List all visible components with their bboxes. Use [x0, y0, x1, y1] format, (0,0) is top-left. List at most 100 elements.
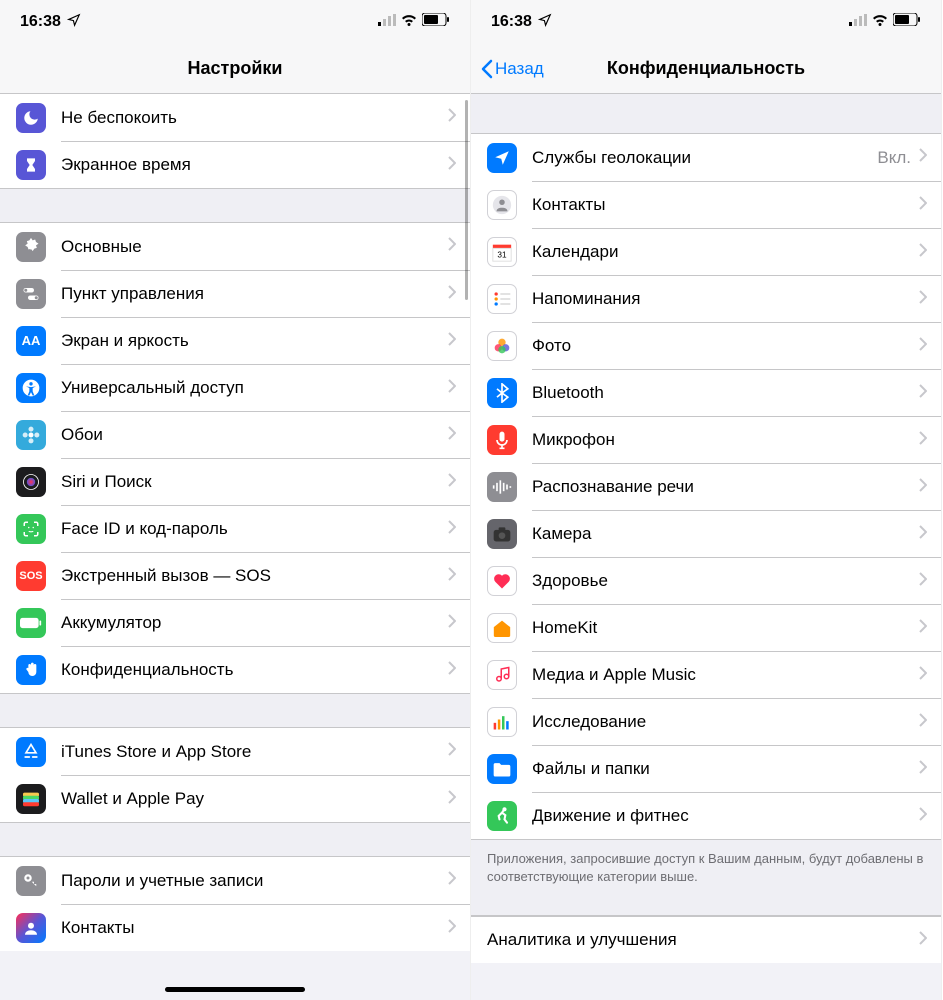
- row-label: Напоминания: [532, 289, 919, 309]
- settings-row[interactable]: Универсальный доступ: [0, 364, 470, 411]
- settings-row[interactable]: Обои: [0, 411, 470, 458]
- settings-row[interactable]: HomeKit: [471, 604, 941, 651]
- settings-row[interactable]: Не беспокоить: [0, 94, 470, 141]
- settings-row[interactable]: Пункт управления: [0, 270, 470, 317]
- settings-row[interactable]: Контакты: [0, 904, 470, 951]
- cell-signal-icon: [849, 13, 867, 31]
- settings-row[interactable]: Аккумулятор: [0, 599, 470, 646]
- settings-list: Не беспокоить Экранное время Основные Пу…: [0, 94, 470, 951]
- cell-signal-icon: [378, 13, 396, 31]
- privacy-list: Службы геолокации Вкл. Контакты 31 Кален…: [471, 94, 941, 963]
- gear-icon: [16, 232, 46, 262]
- chevron-right-icon: [919, 148, 927, 167]
- settings-row[interactable]: Пароли и учетные записи: [0, 857, 470, 904]
- chevron-right-icon: [919, 666, 927, 685]
- photos-icon: [487, 331, 517, 361]
- row-label: Основные: [61, 237, 448, 257]
- row-label: Siri и Поиск: [61, 472, 448, 492]
- chevron-right-icon: [448, 742, 456, 761]
- settings-row[interactable]: Напоминания: [471, 275, 941, 322]
- fitness-icon: [487, 801, 517, 831]
- calendar-icon: 31: [487, 237, 517, 267]
- chevron-right-icon: [919, 525, 927, 544]
- chevron-right-icon: [448, 790, 456, 809]
- settings-row[interactable]: AA Экран и яркость: [0, 317, 470, 364]
- settings-row[interactable]: Контакты: [471, 181, 941, 228]
- appstore-icon: [16, 737, 46, 767]
- settings-row[interactable]: Face ID и код-пароль: [0, 505, 470, 552]
- settings-row[interactable]: Службы геолокации Вкл.: [471, 134, 941, 181]
- nav-bar: Настройки: [0, 44, 470, 94]
- chevron-right-icon: [448, 919, 456, 938]
- contacts2-icon: [487, 190, 517, 220]
- row-label: HomeKit: [532, 618, 919, 638]
- settings-row[interactable]: iTunes Store и App Store: [0, 728, 470, 775]
- contacts-icon: [16, 913, 46, 943]
- settings-row[interactable]: Конфиденциальность: [0, 646, 470, 693]
- settings-row[interactable]: Здоровье: [471, 557, 941, 604]
- settings-row[interactable]: Основные: [0, 223, 470, 270]
- chevron-right-icon: [448, 614, 456, 633]
- bluetooth-icon: [487, 378, 517, 408]
- moon-icon: [16, 103, 46, 133]
- flower-icon: [16, 420, 46, 450]
- settings-row[interactable]: Siri и Поиск: [0, 458, 470, 505]
- chevron-right-icon: [448, 567, 456, 586]
- row-label: Обои: [61, 425, 448, 445]
- settings-row[interactable]: 31 Календари: [471, 228, 941, 275]
- chevron-right-icon: [919, 290, 927, 309]
- settings-row[interactable]: Фото: [471, 322, 941, 369]
- scrollbar[interactable]: [465, 100, 468, 300]
- settings-row[interactable]: Микрофон: [471, 416, 941, 463]
- back-button[interactable]: Назад: [481, 59, 544, 79]
- row-label: Face ID и код-пароль: [61, 519, 448, 539]
- settings-row[interactable]: Распознавание речи: [471, 463, 941, 510]
- mic-icon: [487, 425, 517, 455]
- settings-row[interactable]: Аналитика и улучшения: [471, 916, 941, 963]
- settings-row[interactable]: Wallet и Apple Pay: [0, 775, 470, 822]
- settings-row[interactable]: Камера: [471, 510, 941, 557]
- chevron-right-icon: [448, 285, 456, 304]
- AA-icon: AA: [16, 326, 46, 356]
- chevron-right-icon: [919, 760, 927, 779]
- settings-row[interactable]: SOS Экстренный вызов — SOS: [0, 552, 470, 599]
- status-time: 16:38: [491, 13, 532, 31]
- chevron-right-icon: [448, 473, 456, 492]
- row-label: Bluetooth: [532, 383, 919, 403]
- row-label: Wallet и Apple Pay: [61, 789, 448, 809]
- chevron-right-icon: [448, 108, 456, 127]
- row-label: Универсальный доступ: [61, 378, 448, 398]
- key-icon: [16, 866, 46, 896]
- chevron-right-icon: [919, 196, 927, 215]
- settings-row[interactable]: Исследование: [471, 698, 941, 745]
- chevron-right-icon: [448, 237, 456, 256]
- settings-row[interactable]: Bluetooth: [471, 369, 941, 416]
- wifi-icon: [872, 13, 888, 31]
- switches-icon: [16, 279, 46, 309]
- location-icon: [487, 143, 517, 173]
- chevron-right-icon: [448, 661, 456, 680]
- settings-row[interactable]: Движение и фитнес: [471, 792, 941, 839]
- chevron-right-icon: [919, 337, 927, 356]
- page-title: Конфиденциальность: [607, 58, 805, 79]
- home-indicator[interactable]: [165, 987, 305, 992]
- faceid-icon: [16, 514, 46, 544]
- health-icon: [487, 566, 517, 596]
- nav-bar: Назад Конфиденциальность: [471, 44, 941, 94]
- status-time: 16:38: [20, 13, 61, 31]
- chevron-right-icon: [448, 332, 456, 351]
- row-label: Пароли и учетные записи: [61, 871, 448, 891]
- chevron-right-icon: [919, 478, 927, 497]
- chevron-right-icon: [919, 619, 927, 638]
- chevron-right-icon: [919, 431, 927, 450]
- wallet-icon: [16, 784, 46, 814]
- research-icon: [487, 707, 517, 737]
- page-title: Настройки: [188, 58, 283, 79]
- settings-row[interactable]: Медиа и Apple Music: [471, 651, 941, 698]
- settings-row[interactable]: Экранное время: [0, 141, 470, 188]
- accessibility-icon: [16, 373, 46, 403]
- chevron-right-icon: [448, 871, 456, 890]
- row-label: Микрофон: [532, 430, 919, 450]
- settings-row[interactable]: Файлы и папки: [471, 745, 941, 792]
- svg-text:31: 31: [497, 250, 507, 259]
